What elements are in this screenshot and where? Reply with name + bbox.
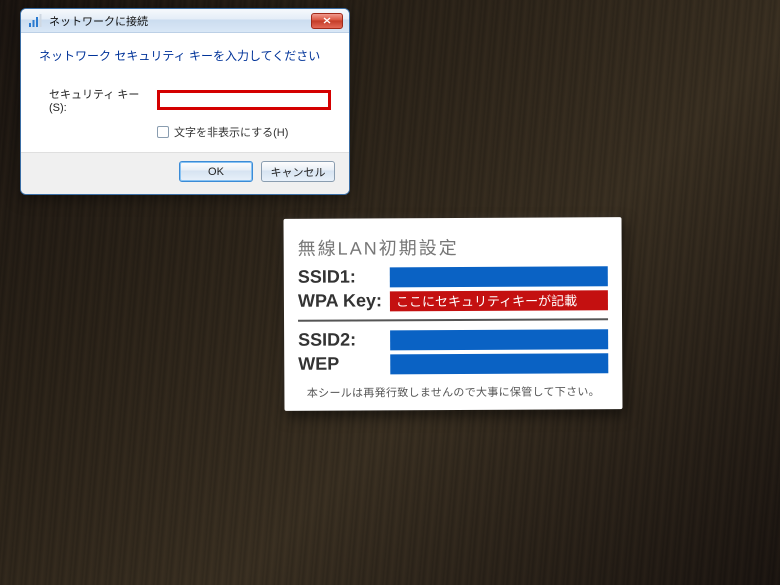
security-key-row: セキュリティ キー(S):: [49, 86, 331, 114]
router-sticker: 無線LAN初期設定 SSID1: WPA Key: ここにセキュリティキーが記載…: [283, 217, 622, 411]
ssid1-label: SSID1:: [298, 266, 390, 287]
dialog-button-row: OK キャンセル: [21, 152, 349, 194]
wpa-label: WPA Key:: [298, 290, 390, 311]
ssid1-redacted: [390, 266, 608, 287]
dialog-title: ネットワークに接続: [49, 13, 311, 29]
hide-chars-checkbox[interactable]: [157, 126, 169, 138]
wpa-annotation: ここにセキュリティキーが記載: [390, 290, 608, 311]
network-connect-dialog: ネットワークに接続 ネットワーク セキュリティ キーを入力してください セキュリ…: [20, 8, 350, 195]
dialog-titlebar[interactable]: ネットワークに接続: [21, 9, 349, 33]
security-key-input[interactable]: [157, 90, 331, 110]
ssid2-row: SSID2:: [298, 328, 608, 351]
wep-redacted: [390, 353, 608, 374]
ssid2-redacted: [390, 329, 608, 350]
ssid1-row: SSID1:: [298, 265, 608, 288]
hide-chars-label: 文字を非表示にする(H): [174, 124, 288, 140]
ssid2-label: SSID2:: [298, 329, 390, 350]
close-icon: [323, 17, 331, 24]
cancel-button[interactable]: キャンセル: [261, 161, 335, 182]
security-key-label: セキュリティ キー(S):: [49, 86, 157, 114]
wep-row: WEP: [298, 352, 608, 375]
close-button[interactable]: [311, 13, 343, 29]
sticker-footer: 本シールは再発行致しませんので大事に保管して下さい。: [298, 383, 608, 401]
sticker-heading: 無線LAN初期設定: [298, 233, 608, 261]
hide-chars-row[interactable]: 文字を非表示にする(H): [157, 124, 331, 140]
wpa-row: WPA Key: ここにセキュリティキーが記載: [298, 289, 608, 312]
sticker-divider: [298, 318, 608, 322]
dialog-body: ネットワーク セキュリティ キーを入力してください セキュリティ キー(S): …: [21, 33, 349, 152]
instruction-text: ネットワーク セキュリティ キーを入力してください: [39, 47, 331, 64]
network-icon: [27, 13, 43, 29]
wep-label: WEP: [298, 353, 390, 374]
ok-button[interactable]: OK: [179, 161, 253, 182]
